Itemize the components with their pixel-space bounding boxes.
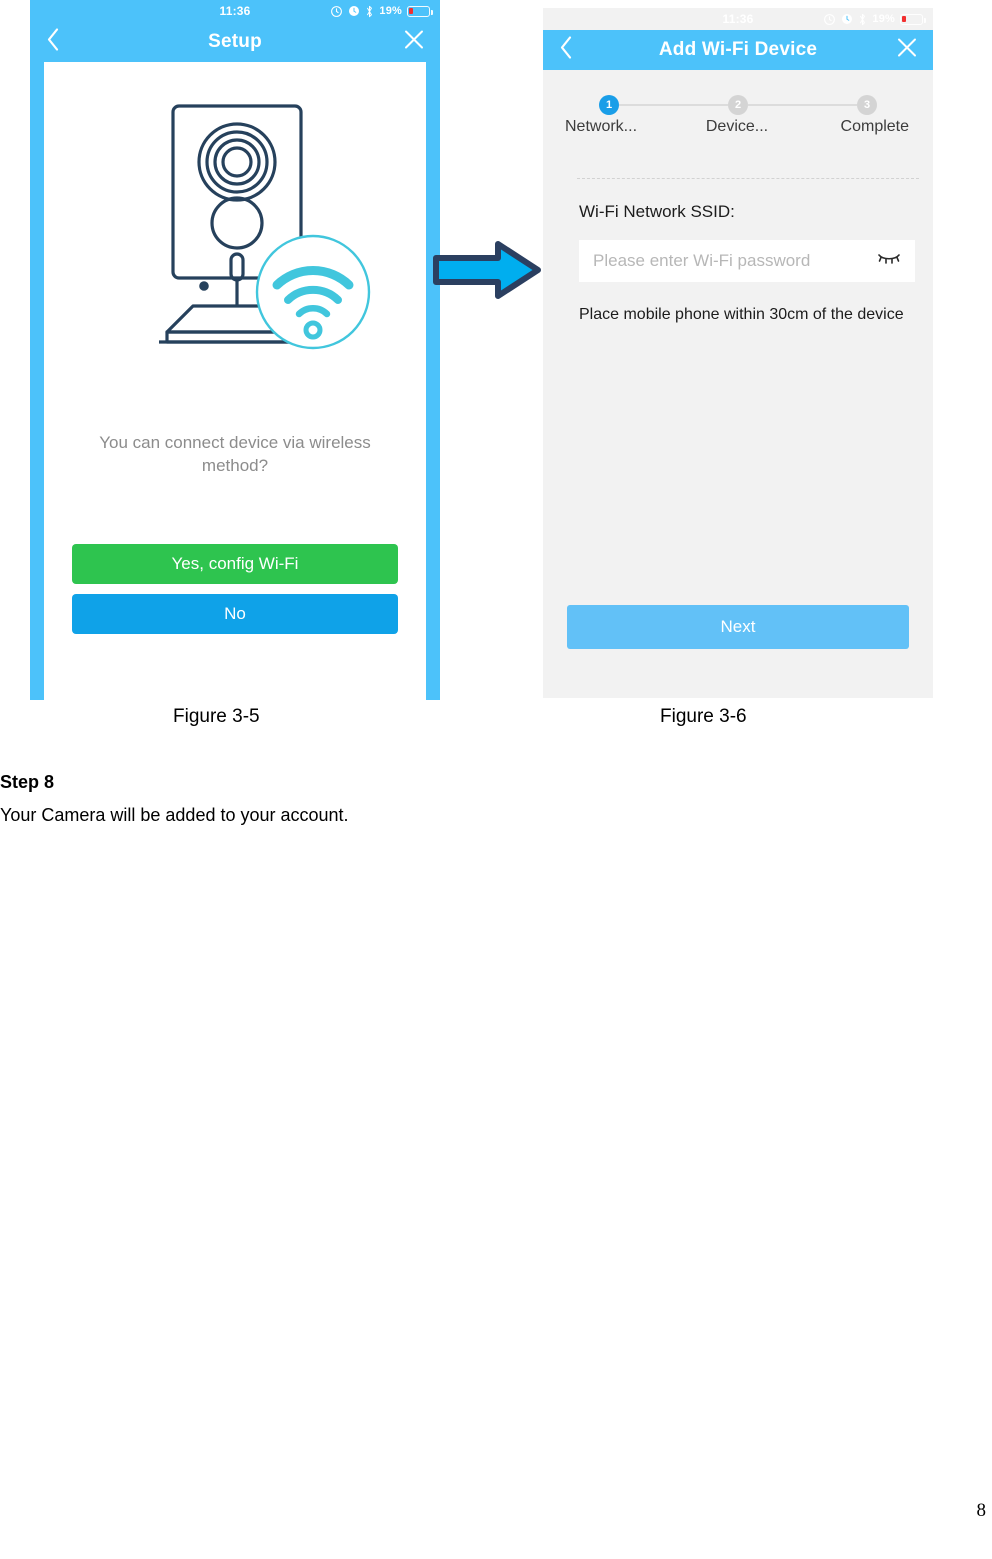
- arrow-right-icon: [432, 240, 542, 300]
- phone-screenshot-add-wifi-device: 11:36 19% Add Wi-Fi Device 1 2 3 Network…: [543, 8, 933, 698]
- stepper-connector: [619, 104, 728, 106]
- setup-screen-content: You can connect device via wireless meth…: [44, 62, 426, 700]
- step-circle-3[interactable]: 3: [857, 95, 877, 115]
- stepper-track: 1 2 3: [599, 95, 877, 115]
- eye-closed-icon[interactable]: [877, 251, 901, 272]
- wifi-password-input[interactable]: [593, 251, 877, 271]
- yes-config-wifi-button[interactable]: Yes, config Wi-Fi: [72, 544, 398, 584]
- stepper-connector: [748, 104, 857, 106]
- battery-percent: 19%: [872, 13, 895, 25]
- battery-icon: [900, 13, 926, 25]
- section-divider: [577, 178, 919, 179]
- step-label-network: Network...: [565, 118, 638, 135]
- figure-caption-left: Figure 3-5: [173, 706, 260, 727]
- page-title: Add Wi-Fi Device: [658, 39, 818, 60]
- rotation-lock-icon: [823, 13, 836, 26]
- setup-prompt-text: You can connect device via wireless meth…: [99, 433, 371, 475]
- next-button[interactable]: Next: [567, 605, 909, 649]
- setup-button-stack: Yes, config Wi-Fi No: [72, 544, 398, 644]
- phone-screenshot-setup: 11:36 19% Setup You can connect device v…: [30, 0, 440, 700]
- alarm-clock-icon: [841, 13, 853, 25]
- no-button[interactable]: No: [72, 594, 398, 634]
- stepper-labels: Network... Device... Complete: [555, 118, 921, 136]
- manual-page: 11:36 19% Setup You can connect device v…: [0, 0, 992, 1559]
- body-paragraph: Your Camera will be added to your accoun…: [0, 805, 349, 825]
- navbar-right: Add Wi-Fi Device: [543, 30, 933, 70]
- page-number: 8: [976, 1500, 987, 1521]
- navbar-left: Setup: [30, 22, 440, 62]
- wifi-camera-illustration: [44, 80, 426, 380]
- figure-caption-right: Figure 3-6: [660, 706, 747, 727]
- rotation-lock-icon: [330, 5, 343, 18]
- close-button[interactable]: [404, 30, 424, 55]
- ssid-label: Wi-Fi Network SSID:: [579, 202, 735, 221]
- back-button[interactable]: [559, 36, 573, 65]
- step-circle-1[interactable]: 1: [599, 95, 619, 115]
- wifi-password-field[interactable]: [579, 240, 915, 282]
- step-circle-2[interactable]: 2: [728, 95, 748, 115]
- bluetooth-icon: [365, 5, 374, 18]
- battery-percent: 19%: [379, 5, 402, 17]
- close-button[interactable]: [897, 38, 917, 63]
- bluetooth-icon: [858, 13, 867, 26]
- proximity-hint-text: Place mobile phone within 30cm of the de…: [579, 306, 904, 323]
- wizard-stepper: 1 2 3 Network... Device... Complete: [543, 76, 933, 152]
- page-title: Setup: [208, 31, 262, 52]
- back-button[interactable]: [46, 28, 60, 57]
- alarm-clock-icon: [348, 5, 360, 17]
- step-heading: Step 8: [0, 772, 55, 792]
- step-label-complete: Complete: [840, 118, 910, 135]
- step-label-device: Device...: [705, 118, 769, 135]
- battery-icon: [407, 5, 433, 17]
- status-icons-group: 19%: [330, 5, 433, 18]
- status-icons-group: 19%: [823, 13, 926, 26]
